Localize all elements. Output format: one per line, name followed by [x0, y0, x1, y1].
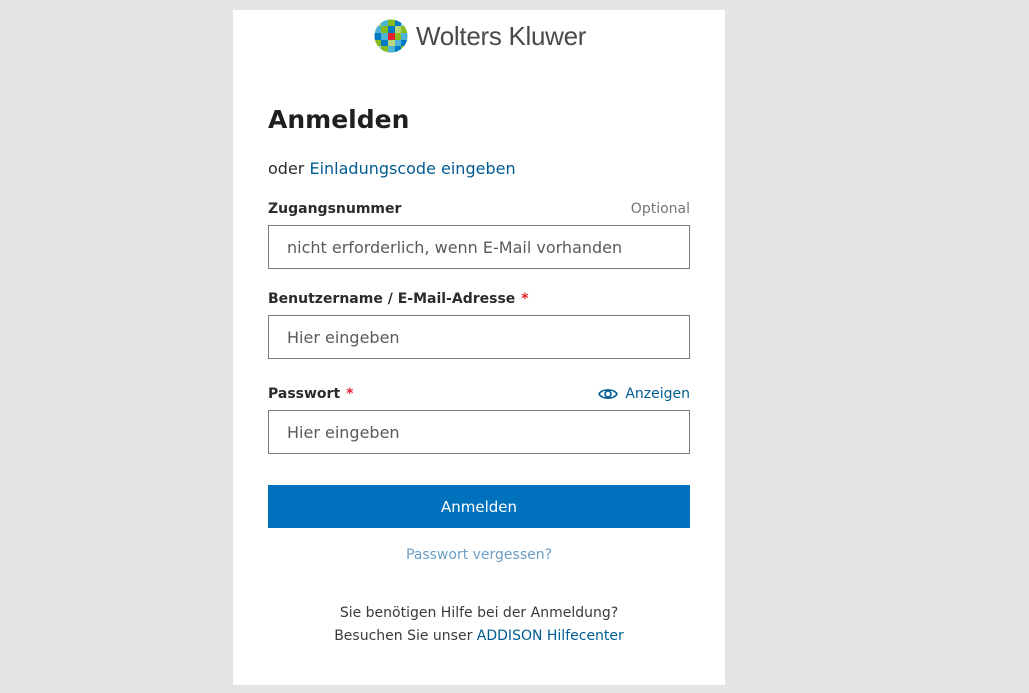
- invite-code-link[interactable]: Einladungscode eingeben: [309, 159, 515, 178]
- page-title: Anmelden: [268, 105, 410, 134]
- brand-logo: Wolters Kluwer: [374, 19, 587, 53]
- help-text: Sie benötigen Hilfe bei der Anmeldung?: [339, 605, 619, 621]
- wolters-kluwer-globe-icon: [374, 19, 408, 53]
- forgot-password-link[interactable]: Passwort vergessen?: [233, 547, 725, 563]
- username-label: Benutzername / E-Mail-Adresse: [268, 291, 516, 307]
- password-label-group: Passwort *: [268, 386, 353, 402]
- show-password-toggle[interactable]: Anzeigen: [598, 386, 690, 402]
- login-card: Wolters Kluwer Anmelden oder Einladungsc…: [233, 10, 725, 685]
- password-label: Passwort: [268, 386, 341, 402]
- password-input[interactable]: [268, 410, 690, 454]
- invite-prefix: oder: [268, 159, 305, 178]
- username-label-group: Benutzername / E-Mail-Adresse *: [268, 291, 529, 307]
- access-number-input[interactable]: [268, 225, 690, 269]
- brand-logo-text: Wolters Kluwer: [416, 20, 587, 51]
- show-password-label: Anzeigen: [625, 386, 690, 402]
- optional-label: Optional: [630, 201, 690, 217]
- username-input[interactable]: [268, 315, 690, 359]
- eye-icon: [598, 389, 619, 399]
- invite-line: oder Einladungscode eingeben: [268, 159, 516, 178]
- help-center-prefix: Besuchen Sie unser: [334, 628, 473, 644]
- help-center-line: Besuchen Sie unser ADDISON Hilfecenter: [233, 628, 725, 644]
- login-button[interactable]: Anmelden: [268, 485, 690, 528]
- help-center-link[interactable]: ADDISON Hilfecenter: [477, 628, 624, 644]
- required-marker: *: [346, 386, 354, 402]
- required-marker: *: [521, 291, 529, 307]
- access-number-label: Zugangsnummer: [268, 201, 402, 217]
